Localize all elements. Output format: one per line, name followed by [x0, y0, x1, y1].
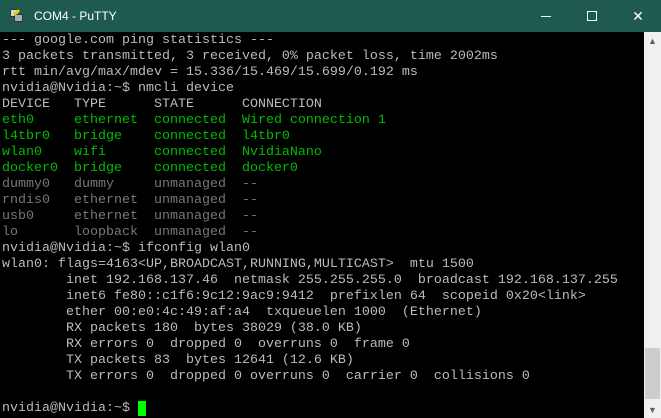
terminal-line: --- google.com ping statistics --- — [2, 33, 644, 49]
terminal-output[interactable]: --- google.com ping statistics --- 3 pack… — [0, 32, 644, 418]
terminal-line: lo loopback unmanaged -- — [2, 225, 644, 241]
terminal-line: 3 packets transmitted, 3 received, 0% pa… — [2, 49, 644, 65]
putty-icon[interactable] — [9, 8, 25, 24]
terminal-text: nvidia@Nvidia:~$ ifconfig wlan0 — [2, 241, 250, 256]
terminal-line: nvidia@Nvidia:~$ ifconfig wlan0 — [2, 241, 644, 257]
terminal-text: rtt min/avg/max/mdev = 15.336/15.469/15.… — [2, 65, 418, 80]
terminal-line: RX packets 180 bytes 38029 (38.0 KB) — [2, 321, 644, 337]
terminal-text: usb0 ethernet unmanaged -- — [2, 209, 258, 224]
terminal-text: inet 192.168.137.46 netmask 255.255.255.… — [2, 273, 618, 288]
terminal-line: rndis0 ethernet unmanaged -- — [2, 193, 644, 209]
maximize-icon — [587, 11, 597, 21]
terminal-line: wlan0 wifi connected NvidiaNano — [2, 145, 644, 161]
minimize-button[interactable] — [523, 0, 569, 32]
vertical-scrollbar[interactable]: ▲ ▼ — [644, 32, 661, 418]
terminal-line: inet6 fe80::c1f6:9c12:9ac9:9412 prefixle… — [2, 289, 644, 305]
terminal-text: dummy0 dummy unmanaged -- — [2, 177, 258, 192]
minimize-icon — [541, 15, 551, 17]
scroll-down-icon[interactable]: ▼ — [644, 401, 661, 418]
terminal-text: docker0 bridge connected docker0 — [2, 161, 298, 176]
terminal-text: l4tbr0 bridge connected l4tbr0 — [2, 129, 290, 144]
close-icon: ✕ — [632, 7, 644, 24]
terminal-line: rtt min/avg/max/mdev = 15.336/15.469/15.… — [2, 65, 644, 81]
terminal-line: l4tbr0 bridge connected l4tbr0 — [2, 129, 644, 145]
scrollbar-thumb[interactable] — [645, 348, 660, 399]
terminal-text: wlan0 wifi connected NvidiaNano — [2, 145, 322, 160]
terminal-line: inet 192.168.137.46 netmask 255.255.255.… — [2, 273, 644, 289]
window-title: COM4 - PuTTY — [34, 9, 117, 23]
terminal-line: TX packets 83 bytes 12641 (12.6 KB) — [2, 353, 644, 369]
terminal-text: TX errors 0 dropped 0 overruns 0 carrier… — [2, 369, 530, 384]
terminal-line: usb0 ethernet unmanaged -- — [2, 209, 644, 225]
terminal-line: RX errors 0 dropped 0 overruns 0 frame 0 — [2, 337, 644, 353]
terminal-line: nvidia@Nvidia:~$ — [2, 401, 644, 417]
terminal-line: DEVICE TYPE STATE CONNECTION — [2, 97, 644, 113]
terminal-line: eth0 ethernet connected Wired connection… — [2, 113, 644, 129]
terminal-line: ether 00:e0:4c:49:af:a4 txqueuelen 1000 … — [2, 305, 644, 321]
terminal-line: dummy0 dummy unmanaged -- — [2, 177, 644, 193]
terminal-text: nvidia@Nvidia:~$ nmcli device — [2, 81, 234, 96]
maximize-button[interactable] — [569, 0, 615, 32]
terminal-text: inet6 fe80::c1f6:9c12:9ac9:9412 prefixle… — [2, 289, 586, 304]
terminal-text: eth0 ethernet connected Wired connection… — [2, 113, 386, 128]
terminal-text: RX packets 180 bytes 38029 (38.0 KB) — [2, 321, 362, 336]
cursor — [137, 401, 146, 416]
terminal-text: nvidia@Nvidia:~$ — [2, 401, 138, 416]
terminal-text: --- google.com ping statistics --- — [2, 33, 274, 48]
terminal-text: 3 packets transmitted, 3 received, 0% pa… — [2, 49, 498, 64]
close-button[interactable]: ✕ — [615, 0, 661, 32]
terminal-line: wlan0: flags=4163<UP,BROADCAST,RUNNING,M… — [2, 257, 644, 273]
terminal-line: TX errors 0 dropped 0 overruns 0 carrier… — [2, 369, 644, 385]
terminal-text: lo loopback unmanaged -- — [2, 225, 258, 240]
terminal-text: DEVICE TYPE STATE CONNECTION — [2, 97, 322, 112]
terminal-text: TX packets 83 bytes 12641 (12.6 KB) — [2, 353, 354, 368]
terminal-text: wlan0: flags=4163<UP,BROADCAST,RUNNING,M… — [2, 257, 474, 272]
terminal-text: ether 00:e0:4c:49:af:a4 txqueuelen 1000 … — [2, 305, 482, 320]
terminal-line: docker0 bridge connected docker0 — [2, 161, 644, 177]
terminal-text: rndis0 ethernet unmanaged -- — [2, 193, 258, 208]
scroll-up-icon[interactable]: ▲ — [644, 32, 661, 49]
terminal-text: RX errors 0 dropped 0 overruns 0 frame 0 — [2, 337, 410, 352]
title-bar[interactable]: COM4 - PuTTY ✕ — [0, 0, 661, 32]
terminal-line: nvidia@Nvidia:~$ nmcli device — [2, 81, 644, 97]
